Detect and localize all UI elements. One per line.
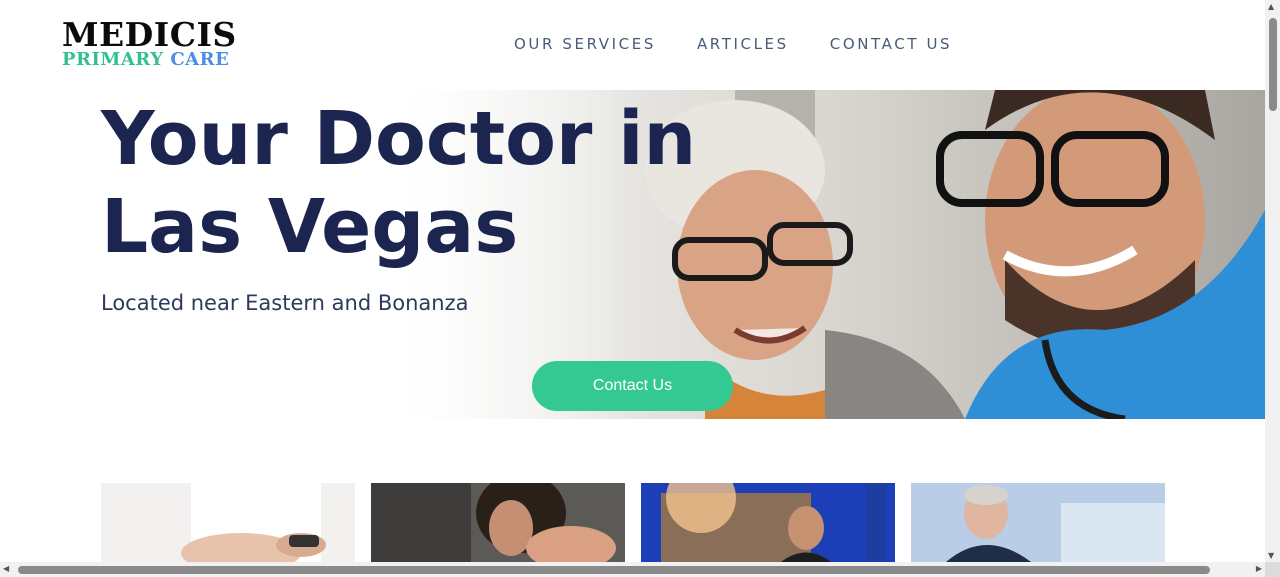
scrollbar-corner	[1265, 562, 1280, 577]
logo-care-text: CARE	[170, 49, 230, 70]
card-doctor-checking-pulse[interactable]	[101, 483, 355, 562]
scroll-left-arrow-icon[interactable]: ◀	[3, 564, 9, 573]
logo-wordmark: MEDICIS	[62, 15, 237, 54]
scroll-right-arrow-icon[interactable]: ▶	[1256, 564, 1262, 573]
logo-primary-text: PRIMARY	[62, 49, 164, 70]
card-truck-driver[interactable]	[641, 483, 895, 562]
nav-contact-us[interactable]: CONTACT US	[830, 35, 952, 53]
hero-title: Your Doctor in Las Vegas	[101, 95, 781, 271]
nav-articles[interactable]: ARTICLES	[697, 35, 789, 53]
nav-our-services[interactable]: OUR SERVICES	[514, 35, 656, 53]
vertical-scroll-thumb[interactable]	[1269, 18, 1277, 111]
vertical-scrollbar[interactable]: ▲ ▼	[1265, 0, 1280, 562]
hero-subtitle: Located near Eastern and Bonanza	[101, 291, 469, 315]
service-cards	[101, 483, 1165, 562]
card-neck-pain[interactable]	[371, 483, 625, 562]
logo[interactable]: MEDICIS PRIMARY CARE	[62, 18, 262, 69]
main-nav: OUR SERVICES ARTICLES CONTACT US	[514, 35, 952, 53]
hero-title-line2: Las Vegas	[101, 184, 519, 270]
scroll-down-arrow-icon[interactable]: ▼	[1268, 551, 1274, 560]
card-senior-doctor[interactable]	[911, 483, 1165, 562]
horizontal-scrollbar[interactable]: ◀ ▶	[0, 562, 1265, 577]
contact-us-button[interactable]: Contact Us	[532, 361, 733, 411]
scroll-up-arrow-icon[interactable]: ▲	[1268, 2, 1274, 11]
hero-title-line1: Your Doctor in	[101, 96, 697, 182]
horizontal-scroll-thumb[interactable]	[18, 566, 1210, 574]
